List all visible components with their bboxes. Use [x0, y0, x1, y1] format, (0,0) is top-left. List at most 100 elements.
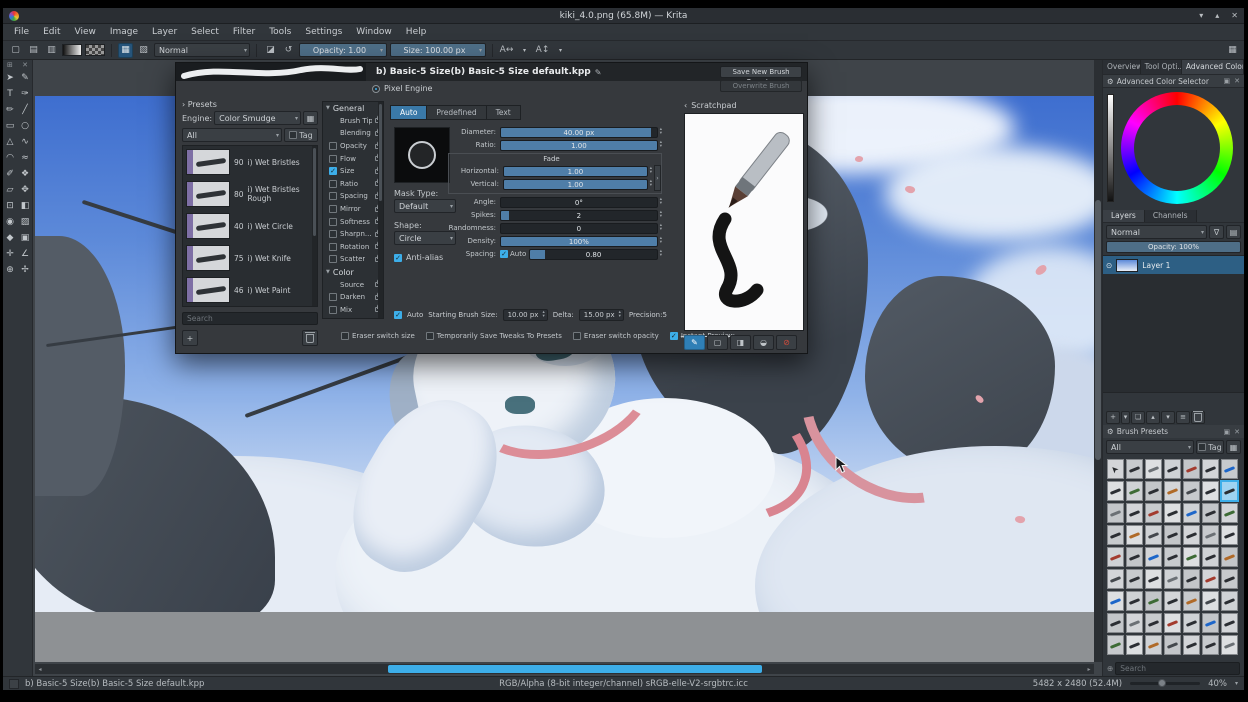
bezier-curve-tool-icon[interactable]: ◠ [3, 150, 17, 165]
footer-check-temporarily-save-tweaks-to-presets[interactable]: Temporarily Save Tweaks To Presets [425, 332, 562, 340]
preset-row[interactable]: 40 i) Wet Circle [183, 210, 317, 242]
spacing-slider[interactable]: 0.80 [529, 248, 658, 260]
brush-preset-thumbnail[interactable] [1221, 591, 1238, 611]
scratchpad-fill-color-icon[interactable]: ◒ [753, 335, 774, 350]
option-checkbox[interactable] [329, 205, 337, 214]
mirror-vertical-caret-icon[interactable]: ▾ [553, 43, 568, 58]
layer-visibility-icon[interactable]: ⊙ [1106, 261, 1112, 270]
assistants-tool-icon[interactable]: ✛ [3, 246, 17, 261]
layer-options-icon[interactable]: ▤ [1226, 225, 1241, 239]
preset-tag-filter-combo[interactable]: All ▾ [182, 128, 282, 142]
mirror-horizontal-caret-icon[interactable]: ▾ [517, 43, 532, 58]
randomness-spinner[interactable]: ▴ ▾ [660, 223, 662, 232]
polyline-tool-icon[interactable]: ∿ [18, 134, 32, 149]
opacity-slider[interactable]: Opacity: 1.00 ▾ [299, 43, 387, 57]
diameter-spinner[interactable]: ▴ ▾ [660, 127, 662, 136]
brush-preset-thumbnail[interactable] [1221, 547, 1238, 567]
brush-preset-thumbnail[interactable] [1202, 525, 1219, 545]
pan-tool-icon[interactable]: ✢ [18, 262, 32, 277]
zoom-caret-icon[interactable]: ▾ [1235, 680, 1238, 687]
option-softness[interactable]: Softness [323, 215, 383, 228]
menu-view[interactable]: View [68, 25, 103, 39]
engine-radio[interactable] [372, 84, 380, 93]
brush-preset-thumbnail[interactable] [1126, 591, 1143, 611]
menu-edit[interactable]: Edit [36, 25, 67, 39]
crop-tool-icon[interactable]: ⊡ [3, 198, 17, 213]
starting-brush-size-spinbox[interactable]: 10.00 px ▴ ▾ [502, 309, 548, 321]
option-size[interactable]: ✓ Size [323, 165, 383, 178]
option-brush-tip[interactable]: Brush Tip [323, 115, 383, 128]
brush-preset-thumbnail[interactable] [1164, 547, 1181, 567]
scratchpad-reset-icon[interactable]: ⊘ [776, 335, 797, 350]
preset-search-input[interactable] [182, 312, 318, 325]
eraser-mode-icon[interactable]: ◪ [263, 43, 278, 58]
tag-button[interactable]: Tag [1196, 440, 1224, 454]
move-layer-down-icon[interactable]: ▾ [1161, 410, 1175, 424]
vertical-scroll-thumb[interactable] [1095, 200, 1101, 460]
fade-horizontal-slider[interactable]: 1.00 [503, 165, 648, 177]
brush-preset-thumbnail[interactable] [1164, 459, 1181, 479]
tab-layers[interactable]: Layers [1103, 210, 1145, 222]
fill-tool-icon[interactable]: ◆ [3, 230, 17, 245]
dock-tab-tool-options[interactable]: Tool Opti... [1140, 60, 1182, 74]
option-checkbox[interactable] [329, 293, 337, 302]
brush-preset-thumbnail[interactable] [1221, 569, 1238, 589]
multibrush-tool-icon[interactable]: ❖ [18, 166, 32, 181]
brush-preset-thumbnail[interactable] [1164, 569, 1181, 589]
delta-spinbox[interactable]: 15.00 px ▴ ▾ [578, 309, 624, 321]
tab-channels[interactable]: Channels [1144, 210, 1197, 222]
collapse-scratchpad-icon[interactable]: ‹ [684, 101, 687, 110]
scroll-right-icon[interactable]: ▸ [1084, 666, 1094, 673]
brush-preset-thumbnail[interactable] [1202, 613, 1219, 633]
menu-settings[interactable]: Settings [298, 25, 349, 39]
option-flow[interactable]: Flow [323, 152, 383, 165]
enclose-fill-tool-icon[interactable]: ▣ [18, 230, 32, 245]
measure-tool-icon[interactable]: ∠ [18, 246, 32, 261]
brush-preset-thumbnail[interactable] [1145, 481, 1162, 501]
option-sharpn[interactable]: Sharpn... [323, 228, 383, 241]
option-spacing[interactable]: Spacing [323, 190, 383, 203]
scroll-left-icon[interactable]: ◂ [35, 666, 45, 673]
close-dock-icon[interactable]: ✕ [22, 61, 28, 70]
brush-preset-thumbnail[interactable] [1107, 613, 1124, 633]
scratchpad-canvas[interactable] [684, 113, 804, 331]
footer-check-eraser-switch-size[interactable]: Eraser switch size [341, 332, 415, 340]
delete-preset-icon[interactable] [302, 330, 318, 346]
option-scatter[interactable]: Scatter [323, 253, 383, 266]
size-slider[interactable]: Size: 100.00 px ▾ [390, 43, 486, 57]
auto-size-checkbox[interactable]: ✓ [394, 311, 402, 319]
brush-preset-thumbnail[interactable] [1145, 591, 1162, 611]
brush-preset-thumbnail[interactable] [1107, 525, 1124, 545]
close-docker-icon[interactable]: ✕ [1234, 77, 1240, 85]
footer-check-eraser-switch-opacity[interactable]: Eraser switch opacity [572, 332, 659, 340]
brush-preset-thumbnail[interactable] [1107, 503, 1124, 523]
brush-preset-thumbnail[interactable] [1164, 591, 1181, 611]
option-checkbox[interactable] [329, 305, 337, 314]
vertical-scrollbar[interactable] [1094, 60, 1102, 662]
brush-preset-thumbnail[interactable] [1107, 591, 1124, 611]
shape-combo[interactable]: Circle ▾ [394, 231, 456, 245]
preset-row[interactable]: 75 i) Wet Knife [183, 242, 317, 274]
preset-filter-combo[interactable]: All ▾ [1106, 440, 1194, 454]
engine-combo[interactable]: Color Smudge ▾ [214, 111, 301, 125]
rename-preset-icon[interactable]: ✎ [595, 68, 602, 77]
dynamic-brush-tool-icon[interactable]: ✐ [3, 166, 17, 181]
option-darken[interactable]: Darken [323, 291, 383, 304]
preset-row[interactable]: 46 i) Wet Paint [183, 274, 317, 306]
layer-opacity-slider[interactable]: Opacity: 100% [1106, 241, 1241, 253]
spacing-spinner[interactable]: ▴ ▾ [660, 249, 662, 258]
freehand-brush-tool-icon[interactable]: ✏ [3, 102, 17, 117]
new-document-icon[interactable]: ▢ [8, 43, 23, 58]
layer-blend-combo[interactable]: Normal ▾ [1106, 225, 1207, 239]
tab-predefined[interactable]: Predefined [427, 105, 487, 120]
brush-preset-thumbnail[interactable] [1202, 635, 1219, 655]
brush-preset-thumbnail[interactable] [1221, 613, 1238, 633]
brush-preset-thumbnail[interactable] [1107, 569, 1124, 589]
brush-preset-thumbnail[interactable] [1202, 481, 1219, 501]
close-docker-icon[interactable]: ✕ [1234, 428, 1240, 436]
mirror-horizontal-icon[interactable]: A ↔ [499, 43, 514, 58]
option-checkbox[interactable] [329, 217, 337, 226]
option-blending-m[interactable]: Blending M... [323, 127, 383, 140]
float-docker-icon[interactable]: ▣ [1224, 428, 1231, 436]
add-preset-icon[interactable]: + [182, 330, 198, 346]
